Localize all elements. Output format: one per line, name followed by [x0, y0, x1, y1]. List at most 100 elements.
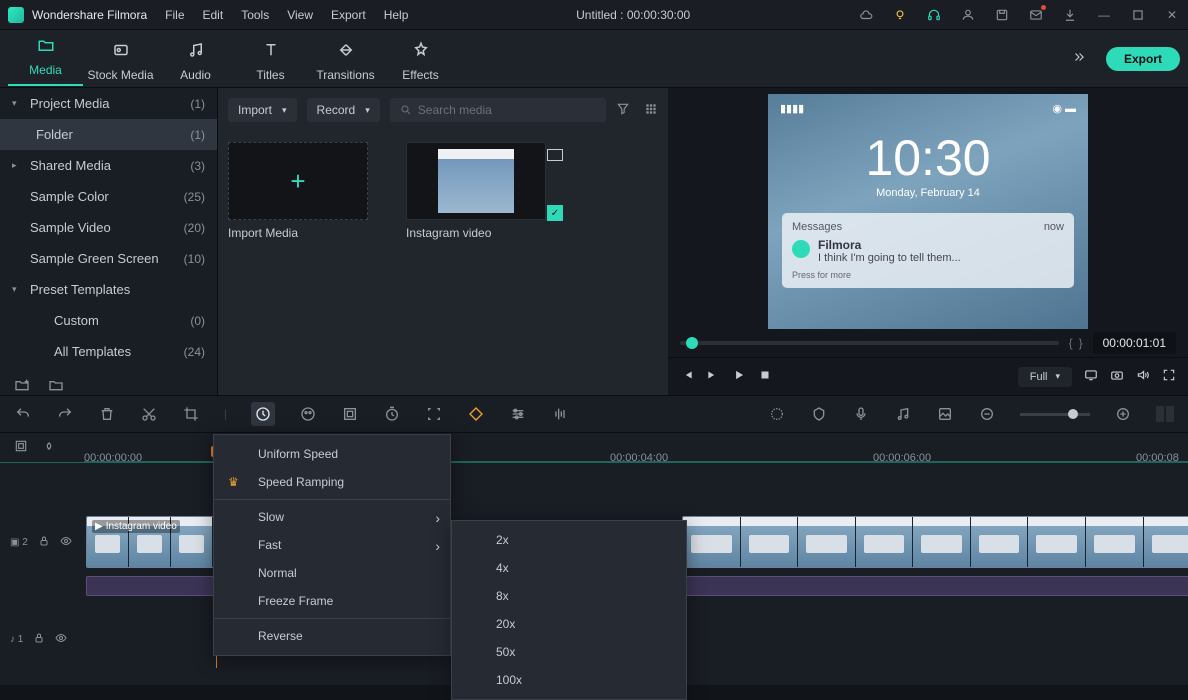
save-icon[interactable] — [994, 7, 1010, 23]
display-icon[interactable] — [1084, 368, 1098, 385]
adjust-icon[interactable] — [509, 405, 527, 423]
download-icon[interactable] — [1062, 7, 1078, 23]
play-button[interactable] — [732, 368, 746, 385]
menu-50x[interactable]: 50x — [452, 638, 686, 666]
keyframe-icon[interactable] — [467, 405, 485, 423]
zoom-slider[interactable] — [1020, 413, 1090, 416]
menu-speed-ramping[interactable]: ♛Speed Ramping — [214, 468, 450, 496]
menu-reverse[interactable]: Reverse — [214, 622, 450, 650]
filter-icon[interactable] — [616, 102, 630, 119]
menu-tools[interactable]: Tools — [241, 8, 269, 22]
marker-icon[interactable] — [810, 405, 828, 423]
zoom-out-icon[interactable] — [978, 405, 996, 423]
sidebar-item-sample-color[interactable]: Sample Color(25) — [0, 181, 217, 212]
zoom-fit-icon[interactable] — [1156, 406, 1174, 422]
tab-titles[interactable]: Titles — [233, 36, 308, 82]
menu-export[interactable]: Export — [331, 8, 366, 22]
speed-icon[interactable] — [251, 402, 275, 426]
render-icon[interactable] — [768, 405, 786, 423]
sidebar-item-shared-media[interactable]: ▸Shared Media(3) — [0, 150, 217, 181]
tab-effects[interactable]: Effects — [383, 36, 458, 82]
preview-scrubber[interactable]: {} 00:00:01:01 — [668, 329, 1188, 357]
zoom-in-icon[interactable] — [1114, 405, 1132, 423]
scrub-thumb[interactable] — [686, 337, 698, 349]
sidebar-item-sample-video[interactable]: Sample Video(20) — [0, 212, 217, 243]
maximize-icon[interactable] — [1130, 7, 1146, 23]
close-icon[interactable]: ✕ — [1164, 7, 1180, 23]
ruler-icon-2[interactable] — [42, 439, 56, 456]
sidebar-item-sample-green-screen[interactable]: Sample Green Screen(10) — [0, 243, 217, 274]
menu-100x[interactable]: 100x — [452, 666, 686, 694]
menu-help[interactable]: Help — [384, 8, 409, 22]
audio-clip-1[interactable] — [86, 576, 214, 596]
menu-fast[interactable]: Fast — [214, 531, 450, 559]
color-icon[interactable] — [299, 405, 317, 423]
tabs-more-icon[interactable] — [1070, 50, 1088, 67]
duration-icon[interactable] — [383, 405, 401, 423]
export-button[interactable]: Export — [1106, 47, 1180, 71]
mail-icon[interactable] — [1028, 7, 1044, 23]
lock-icon[interactable] — [38, 535, 50, 550]
import-dropdown[interactable]: Import▾ — [228, 98, 297, 122]
crop-icon[interactable] — [182, 405, 200, 423]
fullscreen-icon[interactable] — [1162, 368, 1176, 385]
add-folder-icon[interactable] — [14, 377, 30, 395]
redo-icon[interactable] — [56, 405, 74, 423]
lock-icon[interactable] — [33, 632, 45, 647]
menu-normal[interactable]: Normal — [214, 559, 450, 587]
eye-icon[interactable] — [60, 535, 72, 550]
tab-transitions[interactable]: Transitions — [308, 36, 383, 82]
headphones-icon[interactable] — [926, 7, 942, 23]
menu-8x[interactable]: 8x — [452, 582, 686, 610]
brace-in-icon[interactable]: { — [1069, 336, 1073, 350]
tab-media[interactable]: Media — [8, 31, 83, 86]
folder-icon[interactable] — [48, 377, 64, 395]
menu-20x[interactable]: 20x — [452, 610, 686, 638]
menu-uniform-speed[interactable]: Uniform Speed — [214, 440, 450, 468]
menu-edit[interactable]: Edit — [203, 8, 224, 22]
user-icon[interactable] — [960, 7, 976, 23]
green-screen-icon[interactable] — [341, 405, 359, 423]
audio-adjust-icon[interactable] — [551, 405, 569, 423]
audio-clip-2[interactable] — [682, 576, 1188, 596]
timeline-ruler[interactable]: 00:00:00:00 00:00:02:00 00:00:04:00 00:0… — [0, 433, 1188, 463]
media-item-instagram-video[interactable]: ✓ Instagram video — [406, 142, 546, 240]
quality-dropdown[interactable]: Full▾ — [1018, 367, 1072, 387]
menu-freeze-frame[interactable]: Freeze Frame — [214, 587, 450, 615]
brace-out-icon[interactable]: } — [1079, 336, 1083, 350]
media-import-placeholder[interactable]: + Import Media — [228, 142, 368, 240]
menu-2x[interactable]: 2x — [452, 526, 686, 554]
prev-frame-button[interactable] — [680, 368, 694, 385]
detect-icon[interactable] — [425, 405, 443, 423]
video-clip-1[interactable]: ▶Instagram video — [86, 516, 214, 568]
sidebar-item-preset-templates[interactable]: ▾Preset Templates — [0, 274, 217, 305]
menu-slow[interactable]: Slow — [214, 503, 450, 531]
stop-button[interactable] — [758, 368, 772, 385]
tab-stock-media[interactable]: Stock Media — [83, 36, 158, 82]
next-frame-button[interactable] — [706, 368, 720, 385]
voiceover-icon[interactable] — [852, 405, 870, 423]
tab-audio[interactable]: Audio — [158, 36, 233, 82]
menu-file[interactable]: File — [165, 8, 184, 22]
menu-view[interactable]: View — [287, 8, 313, 22]
record-dropdown[interactable]: Record▾ — [307, 98, 380, 122]
sidebar-item-folder[interactable]: Folder(1) — [0, 119, 217, 150]
lightbulb-icon[interactable] — [892, 7, 908, 23]
image-icon[interactable] — [936, 405, 954, 423]
sidebar-item-project-media[interactable]: ▾Project Media(1) — [0, 88, 217, 119]
sidebar-item-custom[interactable]: Custom(0) — [0, 305, 217, 336]
minimize-icon[interactable]: — — [1096, 7, 1112, 23]
search-input[interactable]: Search media — [390, 98, 606, 122]
delete-icon[interactable] — [98, 405, 116, 423]
video-clip-2[interactable] — [682, 516, 1188, 568]
cloud-icon[interactable] — [858, 7, 874, 23]
mixer-icon[interactable] — [894, 405, 912, 423]
snapshot-icon[interactable] — [1110, 368, 1124, 385]
eye-icon[interactable] — [55, 632, 67, 647]
menu-4x[interactable]: 4x — [452, 554, 686, 582]
grid-icon[interactable] — [644, 102, 658, 119]
cut-icon[interactable] — [140, 405, 158, 423]
undo-icon[interactable] — [14, 405, 32, 423]
ruler-icon-1[interactable] — [14, 439, 28, 456]
sidebar-item-all-templates[interactable]: All Templates(24) — [0, 336, 217, 367]
